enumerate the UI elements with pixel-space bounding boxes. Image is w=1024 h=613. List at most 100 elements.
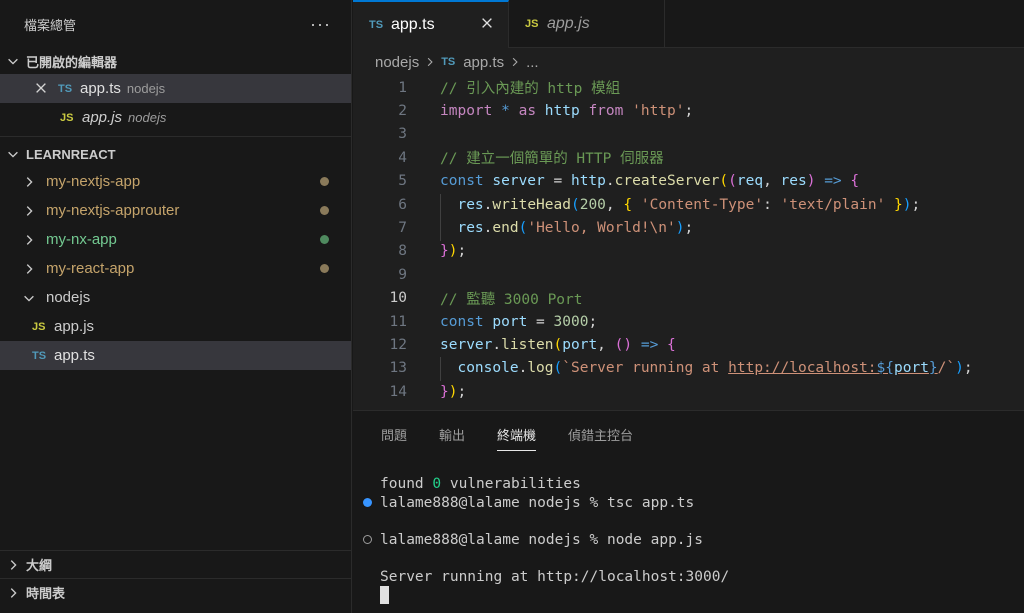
chevron-right-icon: [22, 175, 36, 189]
code-line: 3: [353, 123, 1024, 146]
open-editor-filename: app.ts: [80, 80, 121, 97]
code-line: 13 console.log(`Server running at http:/…: [353, 357, 1024, 382]
chevron-right-icon: [22, 262, 36, 276]
terminal-line: lalame888@lalame nodejs % node app.js: [353, 531, 1024, 550]
explorer-sidebar: 檔案總管 ··· 已開啟的編輯器 TS app.ts nodejs JS app…: [0, 0, 352, 613]
chevron-right-icon: [22, 233, 36, 247]
code-editor[interactable]: 1 // 引入內建的 http 模組 2 import * as http fr…: [353, 76, 1024, 403]
breadcrumb-symbols[interactable]: ...: [526, 54, 539, 71]
outline-section-wrap: 大綱 時間表: [0, 550, 352, 606]
open-editor-item[interactable]: JS app.js nodejs: [0, 103, 351, 132]
chevron-right-icon: [22, 204, 36, 218]
line-number: 4: [398, 149, 407, 166]
line-number: 1: [398, 79, 407, 96]
outline-section[interactable]: 大綱: [0, 551, 352, 578]
code-line: 11 const port = 3000;: [353, 310, 1024, 333]
file-name: app.ts: [54, 347, 95, 364]
command-success-dot[interactable]: [363, 498, 372, 508]
tab-output[interactable]: 輸出: [439, 411, 465, 457]
more-actions-icon[interactable]: ···: [310, 15, 331, 33]
command-running-dot[interactable]: [363, 535, 372, 545]
tab-app-ts[interactable]: TS app.ts: [353, 0, 509, 48]
code-line: 1 // 引入內建的 http 模組: [353, 76, 1024, 99]
code-content: const port = 3000;: [440, 313, 598, 330]
line-number: 8: [398, 243, 407, 260]
code-line: 7 res.end('Hello, World!\n');: [353, 216, 1024, 242]
folder-name: my-nx-app: [46, 231, 117, 248]
code-content: res.end('Hello, World!\n');: [440, 217, 693, 242]
terminal-cursor: [380, 586, 389, 605]
folder-item[interactable]: my-react-app: [0, 254, 351, 283]
tab-debug-console[interactable]: 偵錯主控台: [568, 411, 633, 457]
terminal[interactable]: found 0 vulnerabilities lalame888@lalame…: [353, 457, 1024, 605]
code-content: });: [440, 243, 467, 260]
breadcrumb: nodejs TS app.ts ...: [353, 48, 1024, 76]
line-number: 3: [398, 126, 407, 143]
close-icon[interactable]: [480, 16, 494, 35]
timeline-section[interactable]: 時間表: [0, 579, 352, 606]
chevron-right-icon: [425, 57, 435, 67]
typescript-file-icon: TS: [441, 56, 456, 68]
line-number: 12: [389, 336, 407, 353]
code-line: 5 const server = http.createServer((req,…: [353, 170, 1024, 193]
panel-tabs: 問題 輸出 終端機 偵錯主控台: [353, 411, 1024, 457]
folder-item[interactable]: my-nx-app: [0, 225, 351, 254]
line-number: 9: [398, 266, 407, 283]
tab-label: app.js: [547, 15, 590, 32]
terminal-line: [353, 586, 1024, 605]
open-editor-folder: nodejs: [128, 110, 167, 125]
outline-label: 大綱: [26, 558, 53, 573]
code-content: import * as http from 'http';: [440, 103, 694, 120]
open-editor-filename: app.js: [82, 109, 123, 126]
code-comment: // 建立一個簡單的 HTTP 伺服器: [440, 151, 664, 168]
typescript-file-icon: TS: [58, 82, 73, 95]
code-line: 14 });: [353, 380, 1024, 403]
untracked-dot: [320, 235, 329, 244]
editor-area: TS app.ts JS app.js nodejs TS app.ts ...…: [353, 0, 1024, 410]
code-line: 6 res.writeHead(200, { 'Content-Type': '…: [353, 193, 1024, 218]
breadcrumb-file[interactable]: app.ts: [463, 54, 504, 71]
terminal-line: Server running at http://localhost:3000/: [380, 568, 730, 585]
code-line: 4 // 建立一個簡單的 HTTP 伺服器: [353, 146, 1024, 169]
chevron-right-icon: [510, 57, 520, 67]
code-content: console.log(`Server running at http://lo…: [440, 357, 973, 382]
breadcrumb-folder[interactable]: nodejs: [375, 54, 419, 71]
timeline-label: 時間表: [26, 586, 66, 601]
folder-item[interactable]: my-nextjs-approuter: [0, 196, 351, 225]
terminal-line: lalame888@lalame nodejs % tsc app.ts: [353, 494, 1024, 513]
code-content: server.listen(port, () => {: [440, 336, 676, 353]
tab-problems[interactable]: 問題: [381, 411, 407, 457]
folder-name: nodejs: [46, 289, 91, 306]
code-comment: // 引入內建的 http 模組: [440, 81, 621, 98]
workspace-section[interactable]: LEARNREACT: [0, 141, 351, 167]
open-editors-section[interactable]: 已開啟的編輯器: [0, 48, 351, 74]
file-name: app.js: [54, 318, 95, 335]
line-number: 10: [389, 290, 407, 307]
modified-dot: [320, 206, 329, 215]
line-number: 7: [398, 220, 407, 237]
open-editor-item[interactable]: TS app.ts nodejs: [0, 74, 351, 103]
folder-item[interactable]: nodejs: [0, 283, 351, 312]
close-icon[interactable]: [34, 81, 50, 97]
section-divider: [0, 136, 351, 137]
code-content: });: [440, 383, 467, 400]
tab-terminal[interactable]: 終端機: [497, 411, 537, 457]
tab-label: app.ts: [391, 16, 435, 33]
tab-app-js[interactable]: JS app.js: [509, 0, 665, 48]
line-number: 13: [389, 360, 407, 377]
file-item[interactable]: JS app.js: [0, 312, 351, 341]
code-line: 8 });: [353, 240, 1024, 263]
explorer-title: 檔案總管: [24, 17, 77, 33]
terminal-line: found 0 vulnerabilities: [380, 476, 581, 493]
chevron-down-icon: [22, 291, 36, 305]
chevron-down-icon: [6, 54, 20, 68]
file-item[interactable]: TS app.ts: [0, 341, 351, 370]
modified-dot: [320, 177, 329, 186]
javascript-file-icon: JS: [525, 18, 539, 30]
folder-name: my-nextjs-approuter: [46, 202, 180, 219]
workspace-label: LEARNREACT: [26, 146, 116, 162]
line-number: 14: [389, 383, 407, 400]
folder-item[interactable]: my-nextjs-app: [0, 167, 351, 196]
